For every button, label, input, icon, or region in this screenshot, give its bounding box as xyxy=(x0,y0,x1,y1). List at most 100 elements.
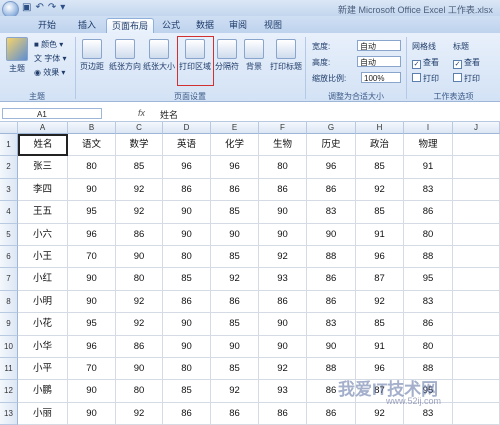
row-header[interactable]: 8 xyxy=(0,290,18,314)
table-cell[interactable]: 90 xyxy=(259,313,307,336)
table-cell[interactable]: 85 xyxy=(211,313,259,336)
table-cell[interactable]: 90 xyxy=(259,201,307,224)
row-header[interactable]: 4 xyxy=(0,201,18,224)
table-cell[interactable]: 92 xyxy=(356,178,404,202)
table-cell[interactable]: 83 xyxy=(404,402,453,425)
table-cell[interactable]: 张三 xyxy=(18,156,68,179)
tab-page-layout[interactable]: 页面布局 xyxy=(106,18,154,34)
margins-button[interactable]: 页边距 xyxy=(78,39,106,72)
table-cell[interactable]: 小红 xyxy=(18,268,68,291)
row-header[interactable]: 7 xyxy=(0,268,18,291)
table-cell[interactable]: 90 xyxy=(259,223,307,246)
table-cell[interactable]: 95 xyxy=(68,313,116,336)
table-cell[interactable]: 90 xyxy=(307,223,356,246)
column-header[interactable]: G xyxy=(307,122,356,134)
table-cell[interactable]: 90 xyxy=(211,335,259,358)
table-cell[interactable]: 86 xyxy=(163,178,211,202)
column-header[interactable]: F xyxy=(259,122,307,134)
table-cell[interactable]: 85 xyxy=(356,201,404,224)
table-cell[interactable]: 92 xyxy=(259,246,307,269)
table-cell[interactable]: 83 xyxy=(307,313,356,336)
table-cell[interactable]: 83 xyxy=(307,201,356,224)
table-cell[interactable]: 95 xyxy=(68,201,116,224)
gridlines-view-checkbox[interactable]: ✓ 查看 xyxy=(412,57,439,69)
table-cell[interactable]: 86 xyxy=(163,402,211,425)
table-cell[interactable]: 88 xyxy=(307,246,356,269)
table-cell[interactable]: 88 xyxy=(404,246,453,269)
height-dropdown[interactable]: 自动 xyxy=(357,56,401,67)
table-cell[interactable]: 小六 xyxy=(18,223,68,246)
header-cell[interactable] xyxy=(453,134,500,157)
table-cell[interactable]: 小鹏 xyxy=(18,380,68,403)
table-cell[interactable]: 90 xyxy=(163,313,211,336)
table-cell[interactable]: 90 xyxy=(116,246,163,269)
header-cell[interactable]: 英语 xyxy=(163,134,211,157)
table-cell[interactable]: 90 xyxy=(68,268,116,291)
tab-insert[interactable]: 插入 xyxy=(72,18,102,33)
fonts-button[interactable]: 文 字体 ▾ xyxy=(34,53,66,64)
effects-button[interactable]: ◉ 效果 ▾ xyxy=(34,67,65,78)
table-cell[interactable]: 86 xyxy=(211,290,259,314)
table-cell[interactable] xyxy=(453,156,500,179)
table-cell[interactable]: 92 xyxy=(116,402,163,425)
column-header[interactable]: I xyxy=(404,122,453,134)
table-cell[interactable]: 91 xyxy=(404,156,453,179)
table-cell[interactable]: 86 xyxy=(259,178,307,202)
table-cell[interactable]: 92 xyxy=(116,201,163,224)
table-cell[interactable]: 86 xyxy=(116,223,163,246)
table-cell[interactable]: 85 xyxy=(211,358,259,381)
table-cell[interactable]: 80 xyxy=(163,358,211,381)
themes-button[interactable]: 主题 xyxy=(4,37,30,74)
table-cell[interactable]: 90 xyxy=(163,223,211,246)
table-cell[interactable] xyxy=(453,380,500,403)
header-cell[interactable]: 物理 xyxy=(404,134,453,157)
table-cell[interactable]: 91 xyxy=(356,335,404,358)
name-box[interactable]: A1 xyxy=(2,108,102,119)
table-cell[interactable] xyxy=(453,201,500,224)
table-cell[interactable]: 85 xyxy=(116,156,163,179)
table-cell[interactable]: 小王 xyxy=(18,246,68,269)
table-cell[interactable]: 86 xyxy=(404,201,453,224)
table-cell[interactable]: 96 xyxy=(307,156,356,179)
table-cell[interactable]: 85 xyxy=(356,156,404,179)
table-cell[interactable]: 92 xyxy=(356,402,404,425)
table-cell[interactable]: 92 xyxy=(356,290,404,314)
select-all-corner[interactable] xyxy=(0,122,18,134)
header-cell[interactable]: 生物 xyxy=(259,134,307,157)
table-cell[interactable]: 86 xyxy=(211,402,259,425)
size-button[interactable]: 纸张大小 xyxy=(142,39,176,72)
table-cell[interactable] xyxy=(453,313,500,336)
table-cell[interactable]: 83 xyxy=(404,290,453,314)
table-cell[interactable]: 王五 xyxy=(18,201,68,224)
table-cell[interactable]: 80 xyxy=(404,223,453,246)
header-cell[interactable]: 语文 xyxy=(68,134,116,157)
tab-home[interactable]: 开始 xyxy=(32,18,62,33)
column-header[interactable]: E xyxy=(211,122,259,134)
tab-data[interactable]: 数据 xyxy=(190,18,220,33)
table-cell[interactable]: 80 xyxy=(163,246,211,269)
table-cell[interactable]: 96 xyxy=(68,335,116,358)
row-header[interactable]: 5 xyxy=(0,223,18,246)
table-cell[interactable]: 90 xyxy=(68,178,116,202)
table-cell[interactable] xyxy=(453,223,500,246)
column-header[interactable]: A xyxy=(18,122,68,134)
table-cell[interactable]: 92 xyxy=(211,380,259,403)
table-cell[interactable]: 92 xyxy=(259,358,307,381)
table-cell[interactable]: 85 xyxy=(211,246,259,269)
table-cell[interactable]: 80 xyxy=(116,380,163,403)
row-header[interactable]: 10 xyxy=(0,335,18,358)
tab-review[interactable]: 审阅 xyxy=(223,18,253,33)
table-cell[interactable]: 86 xyxy=(404,313,453,336)
table-cell[interactable]: 90 xyxy=(259,335,307,358)
row-header[interactable]: 13 xyxy=(0,402,18,425)
tab-formulas[interactable]: 公式 xyxy=(156,18,186,33)
tab-view[interactable]: 视图 xyxy=(258,18,288,33)
table-cell[interactable] xyxy=(453,178,500,202)
header-cell[interactable]: 化学 xyxy=(211,134,259,157)
table-cell[interactable]: 小花 xyxy=(18,313,68,336)
header-cell[interactable]: 数学 xyxy=(116,134,163,157)
table-cell[interactable]: 87 xyxy=(356,268,404,291)
table-cell[interactable]: 86 xyxy=(211,178,259,202)
table-cell[interactable]: 96 xyxy=(163,156,211,179)
table-cell[interactable]: 小平 xyxy=(18,358,68,381)
